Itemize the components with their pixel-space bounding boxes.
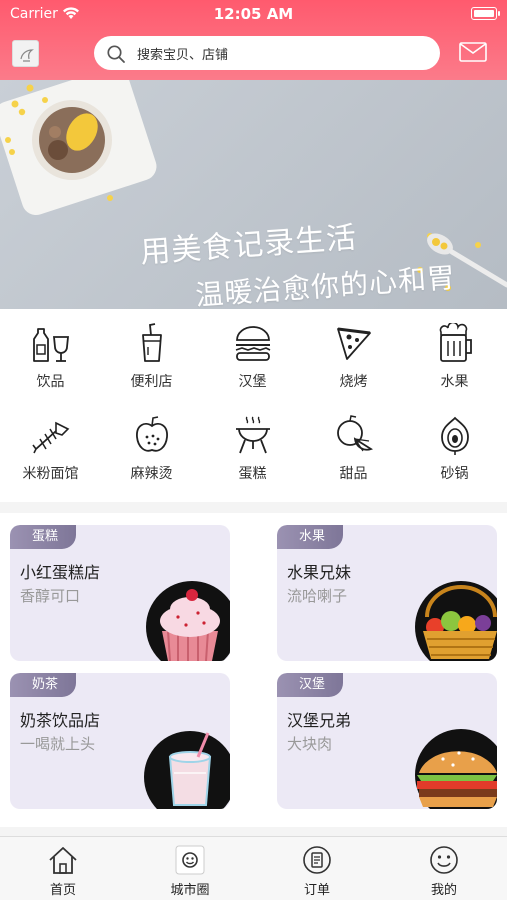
category-label: 饮品 [36, 374, 65, 390]
category-noodles[interactable]: 米粉面馆 [0, 401, 101, 491]
shop-name: 奶茶饮品店 [20, 711, 101, 730]
tab-profile[interactable]: 我的 [381, 837, 507, 900]
category-grid: 饮品 便利店 汉堡 烧烤 水果 米粉面馆 麻辣烫 蛋糕 甜品 砂锅 [0, 309, 507, 502]
shop-desc: 香醇可口 [20, 587, 81, 605]
category-cake[interactable]: 蛋糕 [202, 401, 303, 491]
category-drinks[interactable]: 饮品 [0, 309, 101, 399]
battery-icon [471, 7, 500, 20]
burger-icon [235, 326, 271, 361]
tab-label: 订单 [303, 883, 330, 898]
drinks-icon [33, 328, 69, 362]
shop-tag: 汉堡 [277, 673, 344, 697]
search-placeholder: 搜索宝贝、店铺 [137, 48, 229, 63]
category-label: 麻辣烫 [130, 466, 173, 482]
shop-name: 小红蛋糕店 [20, 563, 101, 582]
clock: 12:05 AM [213, 5, 294, 23]
profile-smile-icon [430, 846, 458, 874]
search-bar[interactable]: 搜索宝贝、店铺 [94, 36, 440, 70]
shop-name: 水果兄妹 [287, 563, 352, 582]
promo-banner[interactable]: 用美食记录生活 温暖治愈你的心和胃 [0, 80, 507, 309]
category-label: 蛋糕 [238, 466, 267, 482]
category-label: 砂锅 [440, 466, 469, 482]
tab-label: 首页 [49, 883, 76, 898]
pizza-icon [337, 327, 371, 360]
fishbone-icon [32, 421, 70, 454]
category-fruit[interactable]: 水果 [404, 309, 505, 399]
category-label: 甜品 [339, 466, 368, 482]
apple-icon [136, 416, 168, 452]
shop-list: 蛋糕 小红蛋糕店 香醇可口 水果 水果兄妹 流哈喇子 奶茶 奶茶饮品店 一喝就上… [0, 513, 507, 827]
cupcake-image [146, 581, 230, 661]
category-bbq[interactable]: 烧烤 [303, 309, 404, 399]
shop-card[interactable]: 水果 水果兄妹 流哈喇子 [277, 525, 497, 661]
category-dessert[interactable]: 甜品 [303, 401, 404, 491]
tab-city-circle[interactable]: 城市圈 [127, 837, 253, 900]
milk-tea-image [144, 731, 230, 809]
grill-icon [236, 416, 270, 454]
fruit-basket-image [415, 581, 497, 661]
category-malatang[interactable]: 麻辣烫 [101, 401, 202, 491]
tab-home[interactable]: 首页 [0, 837, 126, 900]
hamburger-image [415, 729, 497, 809]
logo-icon [20, 49, 34, 62]
cup-icon [142, 323, 162, 362]
status-bar: Carrier 12:05 AM [0, 0, 507, 28]
category-label: 便利店 [130, 374, 173, 390]
shop-card[interactable]: 蛋糕 小红蛋糕店 香醇可口 [10, 525, 230, 661]
shop-desc: 大块肉 [287, 735, 333, 753]
home-icon [49, 847, 77, 874]
shop-card[interactable]: 汉堡 汉堡兄弟 大块肉 [277, 673, 497, 809]
onion-icon [441, 416, 469, 455]
search-icon [107, 45, 125, 63]
header-bar: Carrier 12:05 AM 搜索宝贝、店铺 [0, 0, 507, 80]
category-convenience[interactable]: 便利店 [101, 309, 202, 399]
category-label: 水果 [440, 374, 469, 390]
app-logo[interactable] [12, 40, 39, 67]
tab-label: 城市圈 [170, 883, 210, 898]
fruits-icon [337, 415, 373, 452]
shop-tag: 奶茶 [10, 673, 77, 697]
shop-tag: 水果 [277, 525, 344, 549]
app-root: Carrier 12:05 AM 搜索宝贝、店铺 用美食记录生活 温暖治愈你的心… [0, 0, 507, 900]
category-label: 米粉面馆 [22, 466, 79, 482]
tab-label: 我的 [430, 883, 457, 898]
order-icon [303, 846, 331, 874]
city-circle-icon [175, 845, 205, 875]
beer-icon [439, 323, 472, 362]
shop-name: 汉堡兄弟 [287, 711, 352, 730]
mail-icon[interactable] [459, 42, 487, 62]
shop-tag: 蛋糕 [10, 525, 77, 549]
category-label: 汉堡 [238, 374, 267, 390]
shop-card[interactable]: 奶茶 奶茶饮品店 一喝就上头 [10, 673, 230, 809]
bottom-tab-bar: 首页 城市圈 订单 我的 [0, 836, 507, 900]
category-label: 烧烤 [339, 374, 368, 390]
shop-desc: 一喝就上头 [20, 735, 96, 753]
category-burger[interactable]: 汉堡 [202, 309, 303, 399]
shop-desc: 流哈喇子 [287, 587, 348, 605]
category-claypot[interactable]: 砂锅 [404, 401, 505, 491]
tab-orders[interactable]: 订单 [254, 837, 380, 900]
